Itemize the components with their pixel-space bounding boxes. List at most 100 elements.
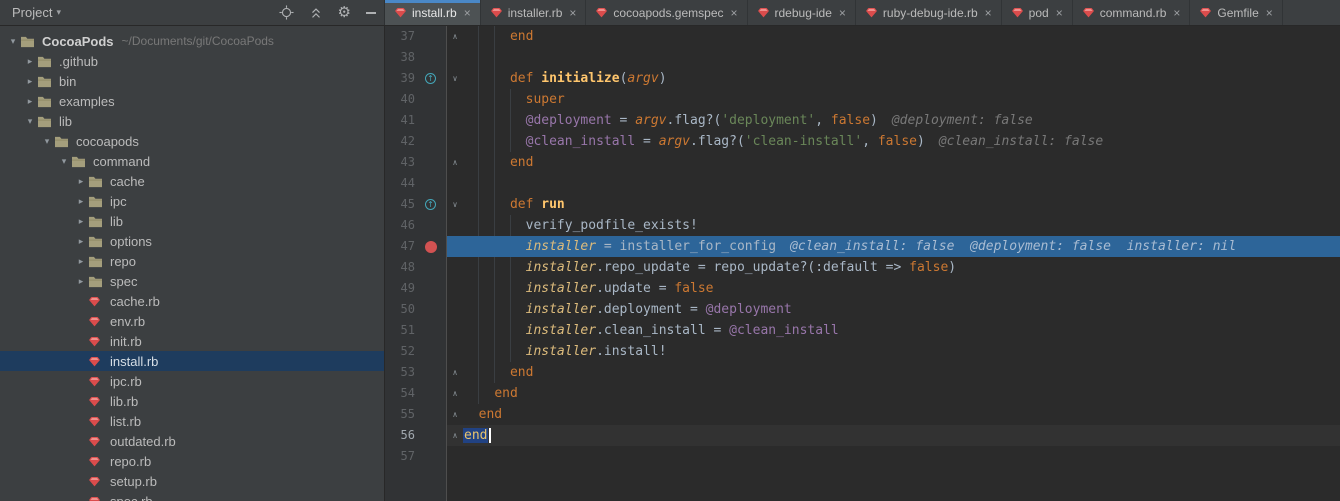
code-text[interactable]: @deployment = argv.flag?('deployment', f… [463, 110, 1340, 131]
fold-marker-icon[interactable]: ∧ [447, 26, 463, 47]
tab-cocoapods.gemspec[interactable]: cocoapods.gemspec× [586, 0, 747, 25]
tree-item-cache[interactable]: ▸cache [0, 171, 384, 191]
code-text[interactable]: installer.deployment = @deployment [463, 299, 1340, 320]
editor-gutter-cell[interactable]: 52 [385, 341, 447, 362]
hide-panel-icon[interactable] [366, 12, 376, 14]
tree-item-lib[interactable]: ▾lib [0, 111, 384, 131]
editor-gutter-cell[interactable]: 53 [385, 362, 447, 383]
editor-gutter-cell[interactable]: 56 [385, 425, 447, 446]
tree-item-options[interactable]: ▸options [0, 231, 384, 251]
tree-item-repo-rb[interactable]: repo.rb [0, 451, 384, 471]
tree-item-spec[interactable]: ▸spec [0, 271, 384, 291]
tree-item-spec-rb[interactable]: spec.rb [0, 491, 384, 501]
override-method-icon[interactable]: ↑ [415, 194, 446, 215]
tab-close-icon[interactable]: × [839, 7, 846, 19]
tree-chevron-icon[interactable]: ▾ [57, 156, 71, 167]
tree-chevron-icon[interactable]: ▸ [74, 236, 88, 247]
tree-item-outdated-rb[interactable]: outdated.rb [0, 431, 384, 451]
tree-chevron-icon[interactable]: ▸ [74, 176, 88, 187]
code-text[interactable]: end [463, 152, 1340, 173]
code-text[interactable]: def run [463, 194, 1340, 215]
tree-item-env-rb[interactable]: env.rb [0, 311, 384, 331]
tree-chevron-icon[interactable]: ▾ [23, 116, 37, 127]
code-text[interactable]: verify_podfile_exists! [463, 215, 1340, 236]
fold-marker-icon[interactable]: ∧ [447, 404, 463, 425]
tab-close-icon[interactable]: × [985, 7, 992, 19]
editor-gutter-cell[interactable]: 49 [385, 278, 447, 299]
tree-item--github[interactable]: ▸.github [0, 51, 384, 71]
collapse-all-icon[interactable] [309, 6, 323, 20]
editor-gutter-cell[interactable]: 41 [385, 110, 447, 131]
fold-marker-icon[interactable]: ∧ [447, 383, 463, 404]
tree-chevron-icon[interactable]: ▸ [74, 256, 88, 267]
tree-item-bin[interactable]: ▸bin [0, 71, 384, 91]
editor-gutter-cell[interactable]: 51 [385, 320, 447, 341]
editor-gutter-cell[interactable]: 57 [385, 446, 447, 467]
editor-gutter-cell[interactable]: 44 [385, 173, 447, 194]
editor-gutter-cell[interactable]: 47 [385, 236, 447, 257]
tree-item-ipc-rb[interactable]: ipc.rb [0, 371, 384, 391]
code-text[interactable] [463, 446, 1340, 467]
tab-pod[interactable]: pod× [1002, 0, 1073, 25]
code-editor[interactable]: 37∧ end3839↑∨ def initialize(argv)40 sup… [385, 26, 1340, 501]
tab-close-icon[interactable]: × [1266, 7, 1273, 19]
tree-item-list-rb[interactable]: list.rb [0, 411, 384, 431]
tree-chevron-icon[interactable]: ▸ [74, 196, 88, 207]
fold-marker-icon[interactable]: ∧ [447, 425, 463, 446]
gear-icon[interactable]: ⚙ [338, 5, 351, 20]
tab-rdebug-ide[interactable]: rdebug-ide× [748, 0, 856, 25]
tab-close-icon[interactable]: × [1173, 7, 1180, 19]
tree-chevron-icon[interactable]: ▸ [74, 216, 88, 227]
tab-close-icon[interactable]: × [731, 7, 738, 19]
editor-gutter-cell[interactable]: 45↑ [385, 194, 447, 215]
code-text[interactable]: installer.update = false [463, 278, 1340, 299]
fold-marker-icon[interactable]: ∧ [447, 362, 463, 383]
code-text[interactable]: installer.install! [463, 341, 1340, 362]
editor-gutter-cell[interactable]: 42 [385, 131, 447, 152]
tree-item-install-rb[interactable]: install.rb [0, 351, 384, 371]
tree-item-lib[interactable]: ▸lib [0, 211, 384, 231]
code-text[interactable] [463, 467, 1340, 501]
tab-Gemfile[interactable]: Gemfile× [1190, 0, 1282, 25]
editor-gutter-cell[interactable]: 37 [385, 26, 447, 47]
tree-item-ipc[interactable]: ▸ipc [0, 191, 384, 211]
editor-gutter-cell[interactable]: 50 [385, 299, 447, 320]
tree-chevron-icon[interactable]: ▸ [23, 76, 37, 87]
tab-command.rb[interactable]: command.rb× [1073, 0, 1191, 25]
tree-item-cache-rb[interactable]: cache.rb [0, 291, 384, 311]
tree-item-setup-rb[interactable]: setup.rb [0, 471, 384, 491]
tree-chevron-icon[interactable]: ▸ [23, 56, 37, 67]
tree-item-command[interactable]: ▾command [0, 151, 384, 171]
fold-marker-icon[interactable]: ∨ [447, 194, 463, 215]
tree-item-init-rb[interactable]: init.rb [0, 331, 384, 351]
editor-gutter-cell[interactable]: 55 [385, 404, 447, 425]
editor-gutter-cell[interactable]: 38 [385, 47, 447, 68]
code-text[interactable]: installer.repo_update = repo_update?(:de… [463, 257, 1340, 278]
editor-gutter-cell[interactable]: 39↑ [385, 68, 447, 89]
tab-installer.rb[interactable]: installer.rb× [481, 0, 587, 25]
tab-install.rb[interactable]: install.rb× [385, 0, 481, 25]
tree-item-repo[interactable]: ▸repo [0, 251, 384, 271]
editor-gutter-cell[interactable]: 46 [385, 215, 447, 236]
code-text[interactable]: end [463, 26, 1340, 47]
code-text[interactable]: def initialize(argv) [463, 68, 1340, 89]
tree-chevron-icon[interactable]: ▾ [40, 136, 54, 147]
code-text[interactable] [463, 47, 1340, 68]
tab-close-icon[interactable]: × [569, 7, 576, 19]
override-method-icon[interactable]: ↑ [415, 68, 446, 89]
code-text[interactable] [463, 173, 1340, 194]
tree-item-examples[interactable]: ▸examples [0, 91, 384, 111]
code-text[interactable]: super [463, 89, 1340, 110]
tree-chevron-icon[interactable]: ▸ [74, 276, 88, 287]
tree-item-lib-rb[interactable]: lib.rb [0, 391, 384, 411]
breakpoint-icon[interactable] [415, 236, 446, 257]
tree-chevron-icon[interactable]: ▾ [6, 36, 20, 47]
target-icon[interactable] [279, 5, 294, 20]
code-text[interactable]: @clean_install = argv.flag?('clean-insta… [463, 131, 1340, 152]
editor-gutter-cell[interactable]: 54 [385, 383, 447, 404]
tab-close-icon[interactable]: × [1056, 7, 1063, 19]
code-text[interactable]: end [463, 404, 1340, 425]
tab-ruby-debug-ide.rb[interactable]: ruby-debug-ide.rb× [856, 0, 1002, 25]
fold-marker-icon[interactable]: ∨ [447, 68, 463, 89]
code-text[interactable]: installer = installer_for_config@clean_i… [463, 236, 1340, 257]
